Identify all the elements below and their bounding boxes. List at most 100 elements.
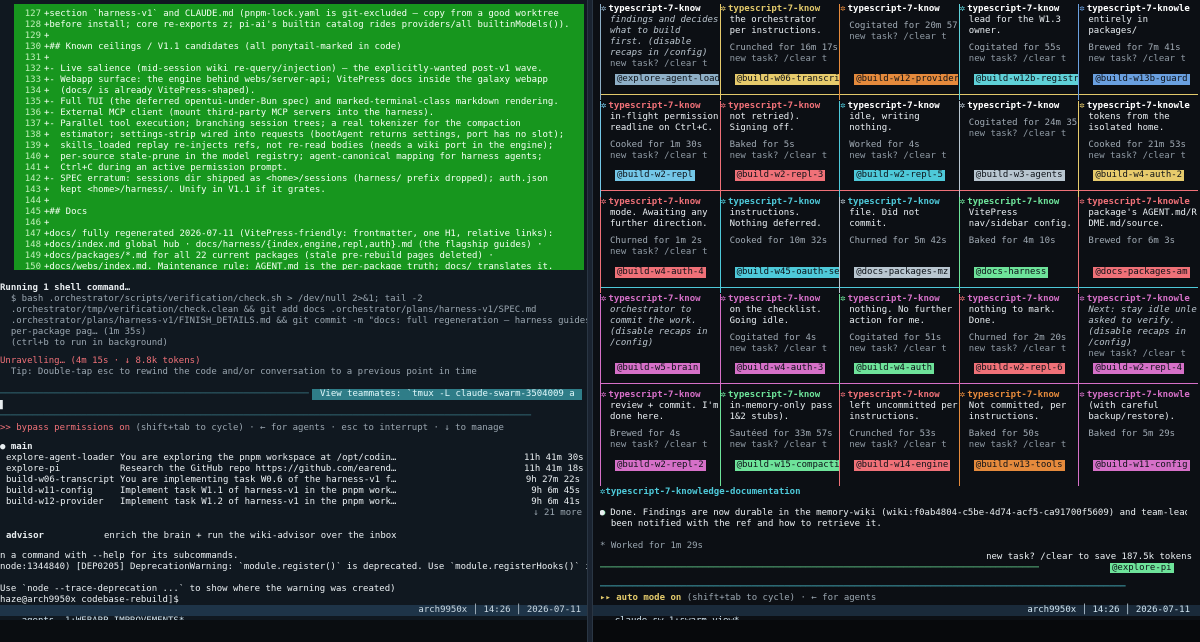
agent-cell[interactable]: ✲ typescript-7-know idle, writing nothing. W…: [839, 100, 958, 197]
diff-line: 141 + Ctrl+C during an active permission …: [14, 163, 584, 174]
agent-cell-new-task-hint: new task? /clear t: [849, 32, 947, 42]
agent-row[interactable]: explore-pi Research the GitHub repo https…: [0, 464, 587, 475]
agent-cell-title: ✲ typescript-7-know: [720, 100, 821, 111]
swarm-view-pane[interactable]: ✲ typescript-7-know findings and decides wh…: [593, 0, 1200, 642]
final-tag-row: ────────────────────────────────────────…: [600, 563, 1174, 573]
agent-row[interactable]: build-w11-config Implement task W1.1 of h…: [0, 486, 587, 497]
agent-cell[interactable]: ✲ typescript-7-knowle (with careful backup/…: [1078, 390, 1197, 486]
agent-cell[interactable]: ✲ typescript-7-know Cogitated for 24m 35s n…: [958, 100, 1078, 197]
agent-cell-tag[interactable]: @build-w2-repl-3: [734, 170, 826, 181]
agent-cell[interactable]: ✲ typescript-7-know on the checklist. Going…: [719, 293, 839, 390]
agent-cell-tag[interactable]: @build-w2-repl-4: [1093, 363, 1185, 374]
agent-cell-tag[interactable]: @build-w4-auth: [854, 363, 935, 374]
agent-row[interactable]: build-w12-provider Implement task W1.2 of…: [0, 497, 587, 508]
agent-cell-new-task-hint: new task? /clear t: [1088, 150, 1186, 161]
agent-cell-tag[interactable]: @build-w14-engine: [854, 459, 951, 471]
agent-cell-tag[interactable]: @docs-packages-am: [1093, 266, 1190, 278]
agent-cell[interactable]: ✲ typescript-7-know VitePress nav/sidebar c…: [958, 197, 1078, 293]
agent-cell-tag[interactable]: @docs-packages-mz: [854, 266, 951, 278]
agent-spinner-icon: ✲: [720, 100, 727, 111]
agent-spinner-icon: ✲: [601, 4, 607, 14]
agent-spinner-icon: ✲: [840, 100, 846, 111]
agent-cell-tag[interactable]: @build-w2-repl: [615, 170, 695, 181]
agent-cell[interactable]: ✲ typescript-7-knowle entirely in packages/…: [1078, 4, 1197, 100]
run-header: Running 1 shell command…: [0, 283, 131, 293]
agent-cell[interactable]: ✲ typescript-7-know not retried). Signing o…: [719, 100, 839, 197]
agent-cell-tag[interactable]: @docs-harness: [973, 266, 1049, 278]
agent-cell[interactable]: ✲ typescript-7-know in-memory-only pass 1&2…: [719, 390, 839, 486]
agent-cell-message: findings and decides: [610, 15, 719, 25]
agent-cell-tag[interactable]: @build-w12b-registry: [973, 73, 1078, 85]
diff-line: 146 +: [14, 218, 584, 229]
agent-cell[interactable]: ✲ typescript-7-knowle tokens from the isola…: [1078, 100, 1197, 197]
agent-cell-stat: Worked for 4s: [849, 139, 920, 150]
final-agent-stat: * Worked for 1m 29s: [600, 541, 703, 551]
agent-cell-tag[interactable]: @build-w12-provider: [854, 73, 959, 85]
agent-cell[interactable]: ✲ typescript-7-know Cogitated for 20m 57s n…: [839, 4, 959, 100]
final-agent-message: ●● Done. Findings are now durable in the…: [600, 508, 1187, 518]
agent-cell[interactable]: ✲ typescript-7-know in-flight permission re…: [600, 100, 719, 197]
agent-cell[interactable]: ✲ typescript-7-know left uncommitted per in…: [839, 390, 958, 486]
agent-cell-title: ✲ typescript-7-know: [840, 4, 940, 14]
status-clock: arch9950x │ 14:26 │ 2026-07-11: [418, 605, 581, 615]
diff-line-text: +: [44, 196, 50, 206]
agent-cell-new-task-hint: new task? /clear t: [849, 440, 947, 450]
agent-cell-tag[interactable]: @build-w45-oauth-seam: [734, 266, 839, 278]
agent-cell-tag[interactable]: @build-w3-agents: [973, 170, 1065, 181]
diff-line: 130 +## Known ceilings / V1.1 candidates …: [14, 42, 584, 53]
agent-cell-tag[interactable]: @build-w11-config: [1093, 459, 1190, 471]
diff-line-text: + (docs/ is already VitePress-shaped).: [44, 86, 256, 96]
agent-cell[interactable]: ✲ typescript-7-know mode. Awaiting any furt…: [600, 197, 719, 293]
agent-cell[interactable]: ✲ typescript-7-know nothing. No further act…: [839, 293, 958, 390]
agent-cell-message: (disable recaps in: [1088, 326, 1186, 337]
agent-cell[interactable]: ✲ typescript-7-know Not committed, per inst…: [958, 390, 1078, 486]
agent-cell-tag[interactable]: @build-w15-compaction: [734, 459, 839, 471]
agent-cell-tag[interactable]: @build-w4-auth-3: [734, 363, 826, 374]
agent-cell-tag[interactable]: @build-w2-repl-5: [854, 170, 945, 181]
agent-cell-tag[interactable]: @build-w2-repl-2: [615, 459, 706, 471]
shell-command-line: per-package pag… (1m 35s): [0, 327, 147, 337]
agent-cell-message: owner.: [968, 26, 1002, 36]
agent-row[interactable]: explore-agent-loader You are exploring th…: [0, 453, 587, 464]
input-prompt[interactable]: ▌: [0, 400, 587, 411]
agent-cell[interactable]: ✲ typescript-7-know nothing to mark. Done. C…: [958, 293, 1078, 390]
agent-cell-tag[interactable]: @build-w13-tools: [973, 459, 1065, 471]
agent-cell-title: ✲ typescript-7-know: [601, 4, 701, 14]
agent-cell[interactable]: ✲ typescript-7-know findings and decides wh…: [600, 4, 719, 100]
agent-cell[interactable]: ✲ typescript-7-know file. Did not commit. Ch…: [839, 197, 958, 293]
agent-cell-message: instructions.: [849, 412, 920, 422]
agent-cell-title: ✲ typescript-7-know: [601, 100, 701, 111]
agent-cell[interactable]: ✲ typescript-7-knowle Next: stay idle unle…: [1078, 293, 1197, 390]
agent-cell-stat: Churned for 2m 20s: [968, 332, 1067, 343]
agent-cell-tag[interactable]: @build-w4-auth-2: [1093, 170, 1185, 181]
view-teammates-bar[interactable]: View teammates: `tmux -L claude-swarm-35…: [312, 389, 582, 400]
agent-cell[interactable]: ✲ typescript-7-know lead for the W1.3 owner…: [958, 4, 1078, 100]
agent-cell[interactable]: ✲ typescript-7-know orchestrator to commit …: [600, 293, 719, 390]
left-terminal-pane[interactable]: 127 +section `harness-v1` and CLAUDE.md (…: [0, 0, 587, 642]
agent-cell-title: ✲ typescript-7-know: [840, 100, 940, 111]
more-agents[interactable]: ↓ 21 more: [0, 508, 582, 519]
advisor-row[interactable]: advisor enrich the brain + run the wiki-a…: [0, 531, 587, 542]
agent-cell[interactable]: ✲ typescript-7-know instructions. Nothing d…: [719, 197, 839, 293]
agent-cell-tag[interactable]: @build-w5-brain: [615, 363, 701, 374]
agent-cell-new-task-hint: new task? /clear t: [849, 343, 947, 354]
agent-cell-message: what to build: [610, 26, 681, 36]
agent-cell[interactable]: ✲ typescript-7-know the orchestrator per in…: [719, 4, 839, 100]
agent-spinner-icon: ✲: [1079, 197, 1085, 207]
agent-cell-tag[interactable]: @explore-agent-loader: [615, 73, 719, 85]
agent-cell-tag[interactable]: @build-w2-repl-6: [973, 363, 1065, 374]
diff-line: 147 +docs/ fully regenerated 2026-07-11 (…: [14, 229, 584, 240]
final-agent-tag[interactable]: @explore-pi: [1110, 563, 1174, 573]
agent-cell-new-task-hint: new task? /clear t: [729, 54, 828, 64]
agent-cell-tag[interactable]: @build-w13b-guard: [1093, 73, 1190, 85]
agent-cell-message: commit the work.: [610, 315, 697, 326]
agent-runtime: 9h 6m 45s: [531, 486, 580, 496]
diff-line: 149 +docs/packages/*.md for all 22 curren…: [14, 251, 584, 262]
diff-line: 129 +: [14, 31, 584, 42]
agent-cell[interactable]: ✲ typescript-7-know review + commit. I'm do…: [600, 390, 719, 486]
agent-cell-tag[interactable]: @build-w06-transcript: [734, 73, 839, 85]
agent-row[interactable]: build-w06-transcript You are implementing…: [0, 475, 587, 486]
agent-cell-tag[interactable]: @build-w4-auth-4: [615, 266, 706, 278]
agent-name: build-w06-transcript: [6, 475, 115, 485]
agent-cell[interactable]: ✲ typescript-7-knowle package's AGENT.md/R…: [1078, 197, 1197, 293]
